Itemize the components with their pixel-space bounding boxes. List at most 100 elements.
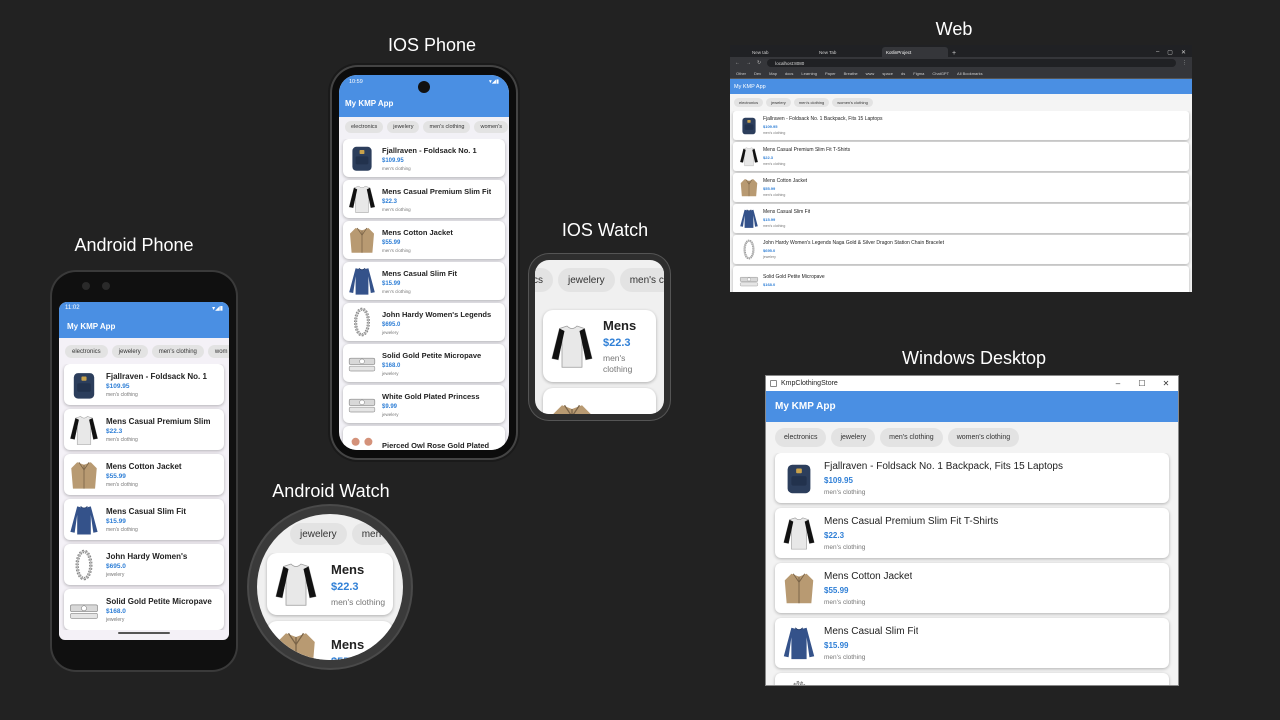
product-info: Mens Casual Slim Fit $15.99 men's clothing bbox=[818, 626, 918, 661]
product-info: Fjallraven - Foldsack No. 1 Backpack, Fi… bbox=[760, 116, 883, 135]
product-card[interactable]: Mens $55.99 bbox=[267, 621, 393, 660]
browser-tab[interactable]: New Tab bbox=[815, 47, 881, 57]
bookmark-item[interactable]: Learning bbox=[801, 71, 817, 76]
bookmark-item[interactable]: Dev bbox=[754, 71, 761, 76]
product-card[interactable]: John Hardy Women's Legends Naga Gold & S… bbox=[733, 235, 1189, 264]
bookmark-item[interactable]: www bbox=[866, 71, 875, 76]
category-chip[interactable]: jewelery bbox=[558, 268, 615, 292]
product-card[interactable]: John Hardy Women's Legends Naga Gold & S… bbox=[775, 673, 1169, 685]
category-chip[interactable]: cs bbox=[535, 268, 553, 292]
product-card[interactable]: Pierced Owl Rose Gold Plated bbox=[343, 426, 505, 450]
browser-tab[interactable]: New tab bbox=[748, 47, 814, 57]
bookmark-item[interactable]: ChatGPT bbox=[932, 71, 949, 76]
category-chip[interactable]: wom bbox=[207, 345, 229, 358]
product-card[interactable]: Mens Casual Slim Fit $15.99 men's clothing bbox=[64, 499, 224, 540]
product-card[interactable]: Mens bbox=[543, 388, 656, 414]
home-indicator[interactable] bbox=[118, 632, 170, 634]
product-card[interactable]: Fjallraven - Foldsack No. 1 $109.95 men's … bbox=[343, 139, 505, 177]
category-chip[interactable]: electronics bbox=[65, 345, 108, 358]
product-card[interactable]: Mens Casual Premium Slim Fit T-Shirts $22… bbox=[733, 142, 1189, 171]
product-title: Mens bbox=[331, 561, 365, 577]
product-card[interactable]: John Hardy Women's $695.0 jewelery bbox=[64, 544, 224, 585]
bookmark-item[interactable]: Map bbox=[769, 71, 777, 76]
product-card[interactable]: Fjallraven - Foldsack No. 1 Backpack, Fi… bbox=[733, 111, 1189, 140]
maximize-icon[interactable]: ☐ bbox=[1130, 379, 1154, 388]
product-card[interactable]: Solid Gold Petite Micropave $168.0 jeweler… bbox=[64, 589, 224, 630]
product-card[interactable]: Mens $22.3 men's clothing bbox=[267, 553, 393, 615]
bookmark-item[interactable]: space bbox=[882, 71, 893, 76]
product-card[interactable]: Mens Cotton Jacket $55.99 men's clothing bbox=[64, 454, 224, 495]
category-chip[interactable]: women's clothing bbox=[947, 428, 1020, 447]
bookmark-item[interactable]: Paper bbox=[825, 71, 836, 76]
product-title: Mens Cotton Jacket bbox=[382, 227, 453, 237]
product-info: Mens Cotton Jacket $55.99 men's clothing bbox=[760, 178, 807, 197]
category-chip[interactable]: men's clothing bbox=[151, 345, 204, 358]
product-card[interactable]: Mens Casual Slim Fit $15.99 men's clothing bbox=[775, 618, 1169, 668]
android-phone-screen: 11:02 ▾◢▮ My KMP App electronics jewelery… bbox=[59, 302, 229, 640]
product-info: Mens Cotton Jacket $55.99 men's clothing bbox=[101, 462, 182, 488]
close-icon[interactable]: ✕ bbox=[1154, 379, 1178, 388]
product-price: $22.3 bbox=[763, 155, 774, 160]
category-chip[interactable]: electronics bbox=[734, 98, 764, 107]
product-card[interactable]: Mens Casual Slim Fit $15.99 men's clothing bbox=[343, 262, 505, 300]
category-chip[interactable]: jewelery bbox=[290, 523, 347, 545]
product-card[interactable]: Mens Casual Premium Slim Fit $22.3 men's c… bbox=[343, 180, 505, 218]
minimize-icon[interactable]: – bbox=[1156, 49, 1159, 56]
product-card[interactable]: Mens Casual Slim Fit $15.99 men's clothing bbox=[733, 204, 1189, 233]
product-price: $55.99 bbox=[824, 585, 849, 595]
product-list: Mens $22.3 men's clothing Mens bbox=[535, 300, 664, 414]
product-card[interactable]: Mens Casual Premium Slim Fit T-Shirts $22… bbox=[775, 508, 1169, 558]
product-card[interactable]: White Gold Plated Princess $9.99 jewelery bbox=[343, 385, 505, 423]
category-chip[interactable]: electronics bbox=[345, 121, 384, 133]
product-price: $55.99 bbox=[106, 472, 126, 480]
product-category: men's clothing bbox=[382, 206, 411, 212]
product-info: Fjallraven - Foldsack No. 1 $109.95 men's … bbox=[101, 372, 207, 398]
category-chip[interactable]: jewelery bbox=[831, 428, 876, 447]
product-card[interactable]: Mens Casual Premium Slim $22.3 men's cloth… bbox=[64, 409, 224, 450]
bookmark-item[interactable]: docs bbox=[785, 71, 793, 76]
category-chip[interactable]: electronics bbox=[775, 428, 827, 447]
back-icon[interactable]: ← bbox=[735, 60, 740, 66]
bookmark-item[interactable]: ds bbox=[901, 71, 905, 76]
maximize-icon[interactable]: ▢ bbox=[1167, 49, 1173, 56]
category-chip[interactable]: men bbox=[351, 523, 392, 545]
product-info: Mens Casual Premium Slim $22.3 men's cloth… bbox=[101, 417, 210, 443]
category-chip[interactable]: men's clothing bbox=[423, 121, 471, 133]
tshirt-image bbox=[67, 413, 101, 447]
product-card[interactable]: Mens Cotton Jacket $55.99 men's clothing bbox=[733, 173, 1189, 202]
category-chip[interactable]: women's bbox=[474, 121, 509, 133]
product-card[interactable]: Mens Cotton Jacket $55.99 men's clothing bbox=[775, 563, 1169, 613]
category-chip[interactable]: jewelery bbox=[387, 121, 420, 133]
category-chip[interactable]: men's clothing bbox=[793, 98, 830, 107]
android-watch-screen: jewelerymen Mens $22.3 men's clothing Mens $… bbox=[257, 514, 403, 660]
url-field[interactable]: localhost:8080 bbox=[767, 59, 1176, 67]
status-time: 10:59 bbox=[349, 79, 363, 85]
product-info: Mens Casual Premium Slim Fit T-Shirts $22… bbox=[760, 147, 850, 166]
product-card[interactable]: Fjallraven - Foldsack No. 1 $109.95 men's … bbox=[64, 364, 224, 405]
category-chip[interactable]: jewelery bbox=[766, 98, 791, 107]
bookmark-item[interactable]: Breathe bbox=[844, 71, 858, 76]
new-tab-icon[interactable]: + bbox=[949, 50, 959, 57]
bookmark-item[interactable]: Other bbox=[736, 71, 746, 76]
close-icon[interactable]: ✕ bbox=[1181, 49, 1186, 56]
extensions-icon[interactable]: ⋮ bbox=[1182, 60, 1187, 66]
browser-tab-active[interactable]: KotlinProject bbox=[882, 47, 948, 57]
product-title: Mens Casual Premium Slim Fit T-Shirts bbox=[763, 147, 851, 153]
reload-icon[interactable]: ↻ bbox=[757, 60, 761, 66]
forward-icon[interactable]: → bbox=[746, 60, 751, 66]
product-card[interactable]: Mens $22.3 men's clothing bbox=[543, 310, 656, 382]
category-chip[interactable]: men's cl bbox=[619, 268, 664, 292]
product-card[interactable]: Solid Gold Petite Micropave $168.0 jeweler… bbox=[343, 344, 505, 382]
minimize-icon[interactable]: – bbox=[1106, 379, 1130, 388]
product-card[interactable]: Fjallraven - Foldsack No. 1 Backpack, Fi… bbox=[775, 453, 1169, 503]
product-card[interactable]: Solid Gold Petite Micropave $168.0 bbox=[733, 266, 1189, 292]
product-card[interactable]: Mens Cotton Jacket $55.99 men's clothing bbox=[343, 221, 505, 259]
product-info: John Hardy Women's Legends Naga Gold & S… bbox=[760, 240, 944, 259]
category-chip[interactable]: jewelery bbox=[111, 345, 148, 358]
product-card[interactable]: John Hardy Women's Legends $695.0 jewelery bbox=[343, 303, 505, 341]
category-chip[interactable]: women's clothing bbox=[832, 98, 873, 107]
bookmark-item[interactable]: Figma bbox=[913, 71, 924, 76]
category-chip[interactable]: men's clothing bbox=[880, 428, 943, 447]
bookmark-item[interactable]: All Bookmarks bbox=[957, 71, 983, 76]
browser-tab-bar: New tab New Tab KotlinProject + – ▢ ✕ bbox=[730, 45, 1192, 57]
